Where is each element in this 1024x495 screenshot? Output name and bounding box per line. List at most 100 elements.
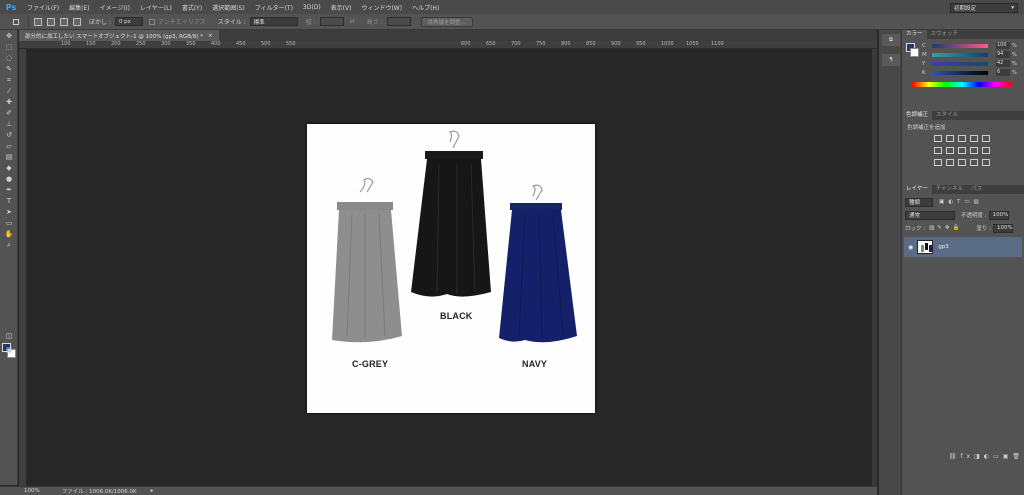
screen-mode-icon[interactable]: ▣ <box>3 345 15 355</box>
eraser-tool-icon[interactable]: ▱ <box>3 141 15 151</box>
slider-y[interactable] <box>932 61 988 66</box>
vibrance-icon[interactable] <box>982 135 990 142</box>
menu-3d[interactable]: 3D(D) <box>298 4 326 11</box>
type-tool-icon[interactable]: T <box>3 196 15 206</box>
value-m[interactable]: 94 <box>996 51 1010 58</box>
threshold-icon[interactable] <box>970 159 978 166</box>
history-panel-icon[interactable]: ⧉ <box>882 34 900 46</box>
play-arrow-icon[interactable]: ▸ <box>151 488 154 494</box>
posterize-icon[interactable] <box>958 159 966 166</box>
document-tab[interactable]: 部分的に加工したい スマートオブジェクト-1 @ 100% (gp3, RGB/… <box>19 30 219 41</box>
layer-kind-select[interactable]: 種類 <box>905 197 933 207</box>
intersect-selection-icon[interactable] <box>73 17 81 26</box>
menu-select[interactable]: 選択範囲(S) <box>207 3 250 12</box>
path-select-tool-icon[interactable]: ➤ <box>3 207 15 217</box>
eyedropper-tool-icon[interactable]: ⁄ <box>3 86 15 96</box>
workspace-select[interactable]: 初期設定 ▾ <box>950 3 1018 13</box>
blend-mode-select[interactable]: 通常 <box>905 210 955 220</box>
slider-k[interactable] <box>932 70 988 75</box>
menu-file[interactable]: ファイル(F) <box>22 3 64 12</box>
tab-styles[interactable]: スタイル <box>932 111 962 120</box>
tool-preset-picker[interactable] <box>3 15 29 28</box>
menu-view[interactable]: 表示(V) <box>326 3 357 12</box>
color-spectrum-bar[interactable] <box>912 82 1012 87</box>
tab-color[interactable]: カラー <box>902 30 927 39</box>
healing-brush-tool-icon[interactable]: ✚ <box>3 97 15 107</box>
ruler-tick: 1000 <box>661 41 674 47</box>
document-canvas[interactable]: C-GREY BLACK NAVY <box>307 124 595 413</box>
lasso-tool-icon[interactable]: ◌ <box>3 53 15 63</box>
curves-icon[interactable] <box>958 135 966 142</box>
brightness-icon[interactable] <box>934 135 942 142</box>
panel-background-swatch[interactable] <box>910 48 919 57</box>
menu-layer[interactable]: レイヤー(L) <box>135 3 177 12</box>
dodge-tool-icon[interactable]: ● <box>3 174 15 184</box>
swap-icon[interactable]: ⇄ <box>350 18 355 25</box>
ruler-horizontal[interactable]: 100 150 200 250 300 350 400 450 500 550 … <box>19 41 877 49</box>
move-tool-icon[interactable]: ✥ <box>3 31 15 41</box>
feather-input[interactable]: 0 px <box>114 17 143 26</box>
quick-select-tool-icon[interactable]: ✎ <box>3 64 15 74</box>
zoom-level[interactable]: 100% <box>24 488 40 494</box>
blur-tool-icon[interactable]: ◆ <box>3 163 15 173</box>
black-white-icon[interactable] <box>958 147 966 154</box>
menu-edit[interactable]: 編集(E) <box>64 3 94 12</box>
color-lookup-icon[interactable] <box>934 159 942 166</box>
tab-layers[interactable]: レイヤー <box>902 185 932 194</box>
hue-saturation-icon[interactable] <box>934 147 942 154</box>
gradient-tool-icon[interactable]: ▤ <box>3 152 15 162</box>
color-balance-icon[interactable] <box>946 147 954 154</box>
eye-icon[interactable]: ◉ <box>908 244 913 251</box>
fill-input[interactable]: 100% <box>992 223 1013 233</box>
layer-row[interactable]: ◉ gp3 <box>904 237 1022 257</box>
layer-actions-icons[interactable]: ⛓fx◨◐▭▣🗑 <box>949 453 1024 460</box>
height-input[interactable] <box>386 17 411 26</box>
antialias-checkbox[interactable] <box>148 18 155 25</box>
layer-filter-icons[interactable]: ▣◐T▭▧ <box>939 199 983 205</box>
ruler-vertical[interactable] <box>19 49 27 486</box>
channel-mixer-icon[interactable] <box>982 147 990 154</box>
style-select[interactable]: 標準 <box>249 17 298 26</box>
rectangle-tool-icon[interactable]: ▭ <box>3 218 15 228</box>
width-input[interactable] <box>319 17 344 26</box>
value-c[interactable]: 100 <box>996 42 1010 49</box>
opacity-input[interactable]: 100% <box>988 210 1009 220</box>
slider-m[interactable] <box>932 52 988 57</box>
tab-paths[interactable]: パス <box>967 185 986 194</box>
menu-image[interactable]: イメージ(I) <box>95 3 135 12</box>
tab-adjustments[interactable]: 色調補正 <box>902 111 933 120</box>
character-panel-icon[interactable]: ¶ <box>882 54 900 66</box>
menu-type[interactable]: 書式(Y) <box>177 3 207 12</box>
photo-filter-icon[interactable] <box>970 147 978 154</box>
invert-icon[interactable] <box>946 159 954 166</box>
crop-tool-icon[interactable]: ⌗ <box>3 75 15 85</box>
clone-stamp-tool-icon[interactable]: ⊥ <box>3 119 15 129</box>
vertical-scrollbar[interactable] <box>872 49 877 486</box>
refine-edge-button[interactable]: 境界線を調整... <box>420 16 473 27</box>
menu-filter[interactable]: フィルター(T) <box>250 3 298 12</box>
value-y[interactable]: 42 <box>996 60 1010 67</box>
value-k[interactable]: 6 <box>996 69 1010 76</box>
lock-icons[interactable]: ▨✎✥🔒 <box>929 225 962 231</box>
hand-tool-icon[interactable]: ✋ <box>3 229 15 239</box>
slider-c[interactable] <box>932 43 988 48</box>
history-brush-tool-icon[interactable]: ↺ <box>3 130 15 140</box>
menu-window[interactable]: ウィンドウ(W) <box>356 3 407 12</box>
layer-name[interactable]: gp3 <box>938 244 948 250</box>
brush-tool-icon[interactable]: ✐ <box>3 108 15 118</box>
ruler-tick: 200 <box>111 41 121 47</box>
menu-help[interactable]: ヘルプ(H) <box>407 3 444 12</box>
new-selection-icon[interactable] <box>34 17 42 26</box>
exposure-icon[interactable] <box>970 135 978 142</box>
subtract-selection-icon[interactable] <box>60 17 68 26</box>
zoom-tool-icon[interactable]: ⌕ <box>3 240 15 250</box>
selective-color-icon[interactable] <box>982 159 990 166</box>
add-selection-icon[interactable] <box>47 17 55 26</box>
tab-swatches[interactable]: スウォッチ <box>927 30 963 39</box>
tab-channels[interactable]: チャンネル <box>932 185 967 194</box>
pen-tool-icon[interactable]: ✒ <box>3 185 15 195</box>
marquee-tool-icon[interactable]: ⬚ <box>3 42 15 52</box>
close-icon[interactable]: × <box>208 33 213 39</box>
levels-icon[interactable] <box>946 135 954 142</box>
quick-mask-icon[interactable]: ◫ <box>3 331 15 341</box>
